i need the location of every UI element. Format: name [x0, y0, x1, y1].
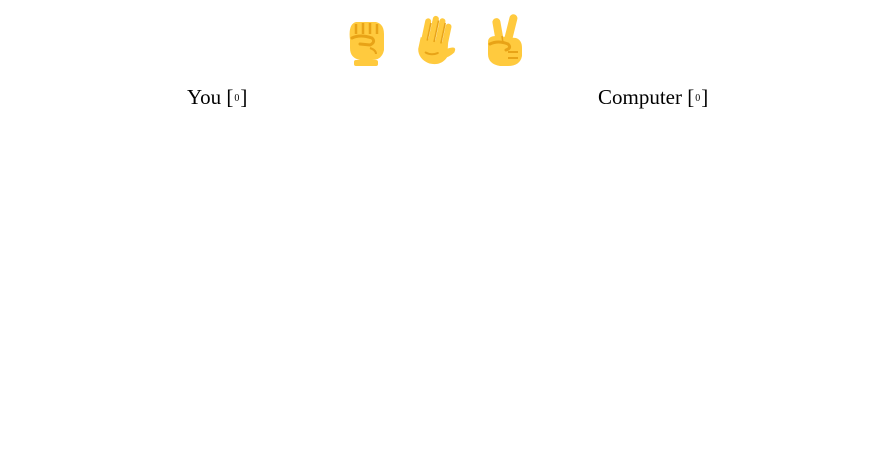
choices-bar [0, 10, 874, 70]
scissors-choice-button[interactable] [476, 10, 532, 70]
computer-score-close-bracket: ] [701, 85, 709, 109]
player-score: You [0] [187, 84, 247, 112]
raised-fist-icon [349, 22, 384, 66]
computer-label: Computer [598, 85, 682, 109]
victory-hand-icon [488, 14, 522, 66]
rock-choice-button[interactable] [336, 10, 392, 70]
paper-choice-button[interactable] [406, 10, 462, 70]
player-score-close-bracket: ] [240, 85, 248, 109]
computer-score: Computer [0] [598, 84, 708, 112]
player-label: You [187, 85, 222, 109]
raised-hand-icon [418, 15, 456, 65]
